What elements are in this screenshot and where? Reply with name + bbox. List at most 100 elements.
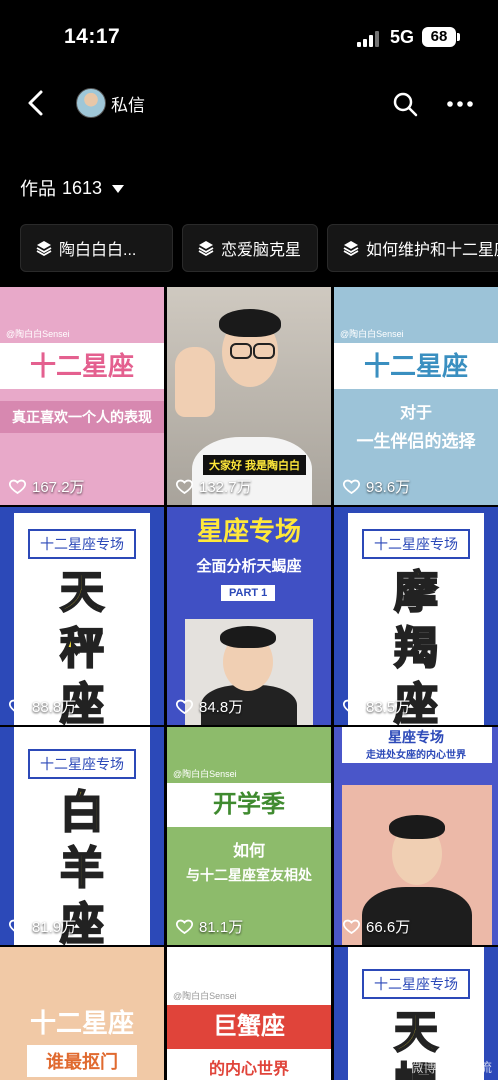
heart-icon [9,919,26,934]
search-icon[interactable] [392,91,418,117]
thumbnail-credit: @陶白白Sensei [6,329,70,339]
likes-value: 132.7万 [199,479,252,496]
thumbnail-credit: @陶白白Sensei [173,769,237,779]
likes-value: 81.9万 [32,919,77,936]
likes-count: 132.7万 [176,476,252,497]
video-thumbnail[interactable]: 十二星座专场 白 羊 座 81.9万 [0,727,164,945]
works-selector[interactable]: 作品 1613 [20,175,125,201]
likes-value: 84.8万 [199,699,244,716]
glasses-icon [253,343,275,359]
thumbnail-title: 星座专场 [388,729,444,745]
thumbnail-credit: @陶白白Sensei [340,329,404,339]
likes-count: 167.2万 [9,476,85,497]
video-thumbnail[interactable]: 十二星座 谁最抠门 [0,947,164,1080]
collection-item[interactable]: 陶白白白... [20,224,173,272]
signal-icon [357,31,381,47]
thumbnail-subtitle-1: 对于 [399,405,432,422]
thumbnail-tag: 十二星座专场 [28,749,136,779]
video-thumbnail[interactable]: 星座专场 全面分析天蝎座 PART 1 84.8万 [167,507,331,725]
likes-count: 84.8万 [176,696,243,717]
likes-count: 66.6万 [343,916,410,937]
avatar[interactable] [76,88,106,118]
video-thumbnail[interactable]: 星座专场 走进处女座的内心世界 66.6万 [334,727,498,945]
thumbnail-char: 天 [393,1007,439,1058]
status-bar: 14:17 5G 68 [0,0,498,72]
video-thumbnail[interactable]: 大家好 我是陶白白 132.7万 [167,287,331,505]
works-count: 1613 [62,177,103,198]
thumbnail-title: 十二星座 [29,1008,134,1038]
heart-icon [176,699,193,714]
part-label: PART 1 [221,585,276,601]
likes-value: 66.6万 [366,919,411,936]
thumbnail-char: 羊 [59,843,105,894]
thumbnail-char: 白 [59,787,105,838]
video-thumbnail[interactable]: @陶白白Sensei 十二星座 对于 一生伴侣的选择 93.6万 [334,287,498,505]
caret-down-icon [112,185,125,193]
heart-icon [343,479,360,494]
glasses-icon [230,343,252,359]
likes-count: 88.8万 [9,696,76,717]
top-nav: 私信 [0,78,498,130]
thumbnail-char: 秤 [59,623,105,674]
thumbnail-tag: 十二星座专场 [362,969,470,999]
heart-icon [343,919,360,934]
heart-icon [176,919,193,934]
thumbnail-subtitle: 全面分析天蝎座 [196,558,302,575]
layers-icon [198,241,214,257]
video-thumbnail[interactable]: @陶白白Sensei 巨蟹座 的内心世界 [167,947,331,1080]
thumbnail-credit: @陶白白Sensei [173,991,237,1001]
video-thumbnail[interactable]: @陶白白Sensei 十二星座 真正喜欢一个人的表现 167.2万 [0,287,164,505]
thumbnail-title: 开学季 [167,783,331,827]
thumbnail-char: 羯 [393,623,439,674]
thumbnail-subtitle: 走进处女座的内心世界 [366,750,466,761]
collection-label: 陶白白白... [59,242,137,259]
back-arrow-icon[interactable] [22,88,52,118]
thumbnail-subtitle-2: 与十二星座室友相处 [186,867,312,883]
thumbnail-tag: 十二星座专场 [362,529,470,559]
likes-count: 93.6万 [343,476,410,497]
likes-value: 88.8万 [32,699,77,716]
video-thumbnail[interactable]: @陶白白Sensei 开学季 如何 与十二星座室友相处 81.1万 [167,727,331,945]
video-thumbnail[interactable]: 十二星座专场 天 秤 座 88.8万 [0,507,164,725]
collection-label: 恋爱脑克星 [221,242,302,259]
status-time: 14:17 [64,25,121,48]
likes-value: 83.5万 [366,699,411,716]
dm-button[interactable]: 私信 [111,91,145,116]
thumbnail-title: 巨蟹座 [167,1005,331,1049]
thumbnail-subtitle: 谁最抠门 [27,1045,137,1077]
thumbnail-char: 摩 [393,567,439,618]
video-grid: @陶白白Sensei 十二星座 真正喜欢一个人的表现 167.2万 大家好 我是… [0,287,498,1080]
likes-count: 83.5万 [343,696,410,717]
likes-value: 167.2万 [32,479,85,496]
works-label: 作品 [20,179,56,199]
likes-value: 93.6万 [366,479,411,496]
likes-count: 81.9万 [9,916,76,937]
thumbnail-subtitle-2: 一生伴侣的选择 [356,432,476,451]
collection-item[interactable]: 如何维护和十二星座 [327,224,498,272]
network-type: 5G [390,27,415,47]
layers-icon [343,241,359,257]
layers-icon [36,241,52,257]
person-hair [220,626,276,648]
more-icon[interactable] [446,91,474,117]
thumbnail-title: 十二星座 [0,343,164,389]
battery-icon: 68 [422,27,456,47]
heart-icon [9,699,26,714]
collection-item[interactable]: 恋爱脑克星 [182,224,318,272]
thumbnail-char: 天 [59,567,105,618]
collection-label: 如何维护和十二星座 [366,242,498,259]
heart-icon [9,479,26,494]
likes-count: 81.1万 [176,916,243,937]
waving-hand [175,347,215,417]
thumbnail-title: 十二星座 [334,343,498,389]
video-thumbnail[interactable]: 十二星座专场 摩 羯 座 83.5万 [334,507,498,725]
thumbnail-subtitle: 的内心世界 [208,1061,289,1078]
video-caption: 大家好 我是陶白白 [203,455,307,475]
watermark: 微博 知识风流 [410,1060,492,1075]
battery-tip [457,33,460,41]
thumbnail-title: 星座专场 [196,516,301,546]
heart-icon [176,479,193,494]
person-hair [219,309,281,337]
person-hair [389,815,445,839]
thumbnail-tag: 十二星座专场 [28,529,136,559]
